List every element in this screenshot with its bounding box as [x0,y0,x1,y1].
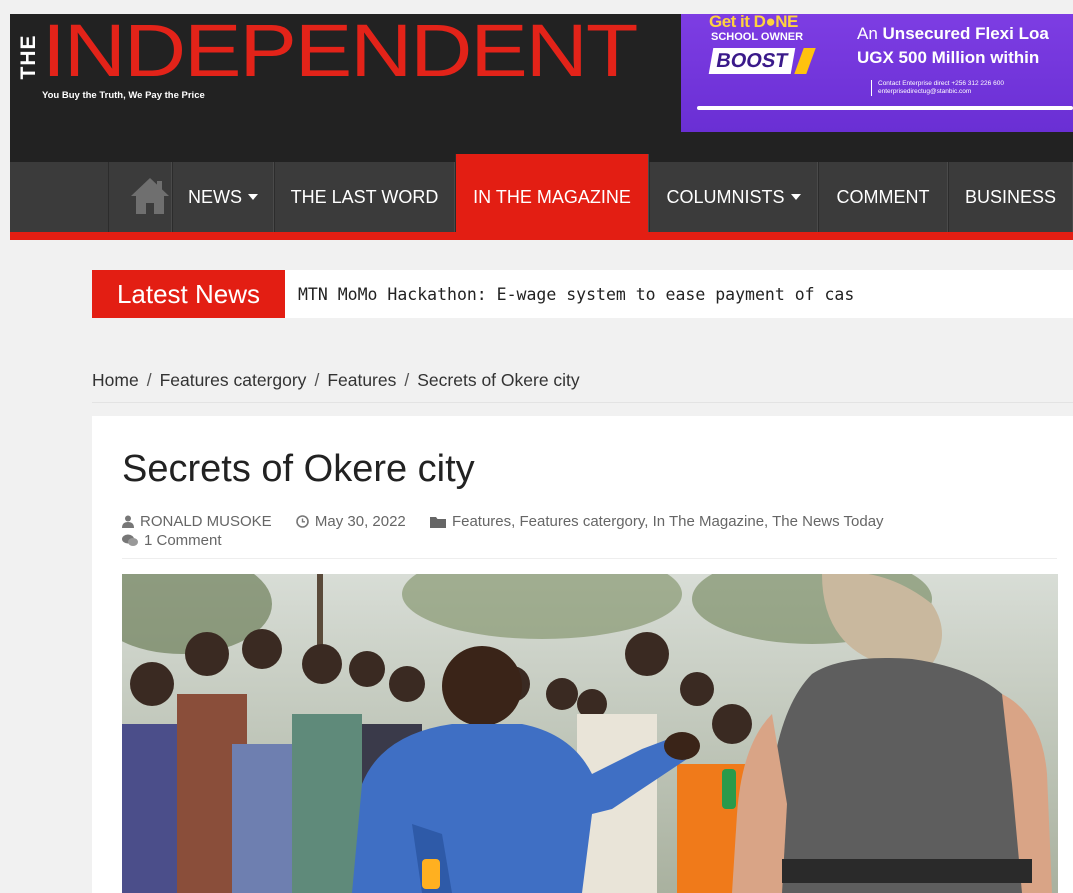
ad-contact-email: enterprisedirectug@stanbic.com [878,88,972,95]
folder-icon [429,516,446,528]
chevron-down-icon [248,193,258,200]
ad-headline-2: UGX 500 Million within [857,48,1040,67]
comments-icon [122,534,138,546]
ad-boost-badge: BOOST [708,48,796,74]
breadcrumb: Home / Features catergory / Features / Secrets… [92,370,580,391]
ad-slash-decoration [794,48,816,74]
breadcrumb-features-catergory[interactable]: Features catergory [160,370,307,390]
nav-item-in-the-magazine-label: IN THE MAGAZINE [473,187,631,207]
ad-headline-1a: An [857,24,883,43]
nav-item-comment-label: COMMENT [836,187,930,207]
latest-news-ticker: Latest News MTN MoMo Hackathon: E-wage s… [92,270,1073,318]
site-header: THE INDEPENDENT You Buy the Truth, We Pa… [10,10,1073,162]
site-logo[interactable]: THE INDEPENDENT You Buy the Truth, We Pa… [16,10,638,106]
breadcrumb-separator: / [146,370,152,390]
breadcrumb-home[interactable]: Home [92,370,139,390]
ad-school-owner: SCHOOL OWNER [711,31,804,43]
nav-item-columnists-label: COLUMNISTS [666,187,785,207]
article-author-name: RONALD MUSOKE [140,512,272,530]
meta-divider [122,558,1057,559]
ad-divider-bar [697,106,1073,110]
ad-contact: Contact Enterprise direct +256 312 226 6… [871,80,1004,96]
latest-news-headline[interactable]: MTN MoMo Hackathon: E-wage system to eas… [298,270,854,318]
breadcrumb-features[interactable]: Features [327,370,396,390]
logo-prefix: THE [17,34,40,80]
nav-item-the-last-word[interactable]: THE LAST WORD [274,162,455,234]
banner-ad[interactable]: Get it D●NE SCHOOL OWNER BOOST An Unsecu… [681,14,1073,132]
nav-item-business[interactable]: BUSINESS [948,162,1073,234]
home-icon [131,178,169,214]
main-nav: NEWS THE LAST WORD IN THE MAGAZINE COLUM… [10,154,1073,234]
nav-item-the-last-word-label: THE LAST WORD [290,187,439,207]
ad-contact-phone: Contact Enterprise direct +256 312 226 6… [878,80,1004,87]
article-author[interactable]: RONALD MUSOKE [122,513,272,530]
article-categories[interactable]: Features, Features catergory, In The Mag… [429,512,884,530]
user-icon [122,515,134,528]
ad-headline-1: An Unsecured Flexi Loa [857,24,1049,44]
nav-item-columnists[interactable]: COLUMNISTS [649,162,818,234]
nav-item-in-the-magazine[interactable]: IN THE MAGAZINE [455,154,649,234]
chevron-down-icon [790,193,801,200]
breadcrumb-current: Secrets of Okere city [417,370,580,390]
logo-prefix-wrap: THE [17,24,40,90]
article-title: Secrets of Okere city [122,448,475,490]
logo-name: INDEPENDENT [42,10,638,93]
nav-home[interactable] [108,162,172,234]
ad-get-it-done: Get it D●NE [709,14,798,31]
nav-item-news[interactable]: NEWS [172,162,274,234]
latest-news-label: Latest News [92,270,285,318]
article-date: May 30, 2022 [296,513,406,530]
article-categories-text: Features, Features catergory, In The Mag… [451,512,884,530]
crowd-photo-illustration [122,574,1058,893]
article-hero-image [122,574,1058,893]
article-date-text: May 30, 2022 [314,512,406,530]
nav-accent-bar [10,232,1073,240]
article-card: Secrets of Okere city RONALD MUSOKE May … [92,416,1073,893]
article-meta: RONALD MUSOKE May 30, 2022 Features, Fea… [122,512,904,530]
nav-item-news-label: NEWS [188,187,242,207]
breadcrumb-separator: / [314,370,320,390]
article-comments[interactable]: 1 Comment [122,532,222,549]
breadcrumb-divider [92,402,1073,403]
article-comments-text: 1 Comment [144,532,222,549]
page: THE INDEPENDENT You Buy the Truth, We Pa… [0,0,1073,893]
nav-item-business-label: BUSINESS [964,187,1057,207]
logo-tagline: You Buy the Truth, We Pay the Price [42,90,205,101]
ad-headline-1b: Unsecured Flexi Loa [882,24,1049,43]
breadcrumb-separator: / [404,370,410,390]
nav-item-comment[interactable]: COMMENT [818,162,948,234]
clock-icon [296,514,309,528]
